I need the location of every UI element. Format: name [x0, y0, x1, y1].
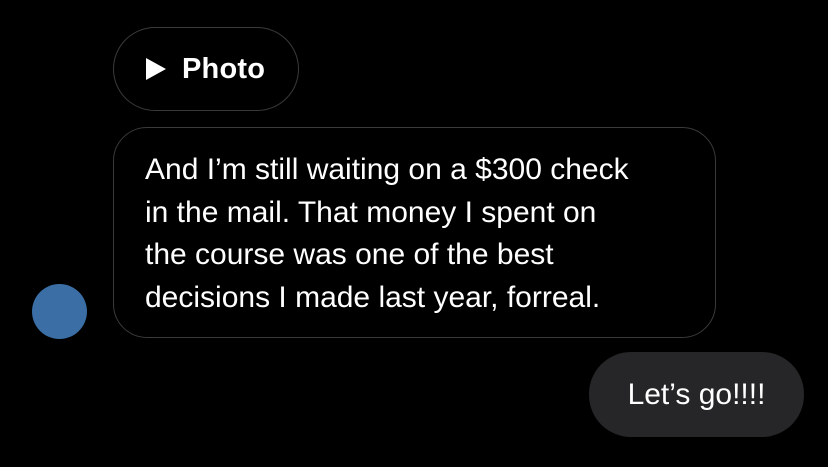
photo-label: Photo	[182, 52, 266, 85]
play-icon	[146, 58, 166, 80]
incoming-message-bubble[interactable]: And I’m still waiting on a $300 check in…	[113, 127, 716, 338]
incoming-message-text: And I’m still waiting on a $300 check in…	[145, 153, 629, 314]
avatar[interactable]	[32, 284, 87, 339]
outgoing-message-text: Let’s go!!!!	[627, 377, 766, 411]
photo-attachment-button[interactable]: Photo	[113, 27, 299, 111]
outgoing-message-bubble[interactable]: Let’s go!!!!	[589, 352, 804, 437]
